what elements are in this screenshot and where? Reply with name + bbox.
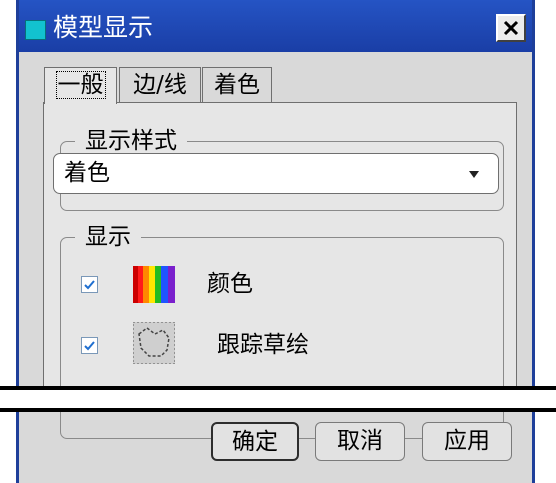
close-icon — [503, 20, 519, 36]
color-label: 颜色 — [207, 271, 253, 297]
tab-label: 边/线 — [133, 72, 187, 98]
trace-sketch-label: 跟踪草绘 — [217, 332, 309, 358]
trace-sketch-checkbox[interactable] — [81, 337, 98, 354]
separator-line-bottom — [0, 408, 556, 412]
color-checkbox[interactable] — [81, 276, 98, 293]
checkmark-icon — [84, 341, 95, 351]
checkmark-icon — [84, 280, 95, 290]
display-style-value: 着色 — [64, 160, 110, 186]
tab-general[interactable]: 一般 — [44, 67, 117, 104]
color-spectrum-icon — [133, 266, 175, 303]
cancel-button[interactable]: 取消 — [315, 422, 405, 461]
display-legend: 显示 — [75, 221, 141, 253]
trace-sketch-icon — [133, 322, 175, 364]
tab-shading[interactable]: 着色 — [202, 67, 272, 103]
close-button[interactable] — [496, 14, 526, 42]
window-title: 模型显示 — [53, 13, 154, 42]
ok-button[interactable]: 确定 — [211, 422, 299, 461]
title-bar[interactable]: 模型显示 — [19, 0, 532, 52]
tab-edges-lines[interactable]: 边/线 — [119, 67, 201, 103]
tab-label: 一般 — [55, 71, 106, 99]
display-style-dropdown[interactable]: 着色 — [53, 153, 499, 194]
cut-gap — [0, 389, 556, 410]
window-icon — [25, 20, 46, 40]
tab-label: 着色 — [214, 72, 260, 98]
separator-line-top — [0, 386, 556, 390]
chevron-down-icon — [469, 171, 479, 178]
apply-button[interactable]: 应用 — [422, 422, 512, 461]
